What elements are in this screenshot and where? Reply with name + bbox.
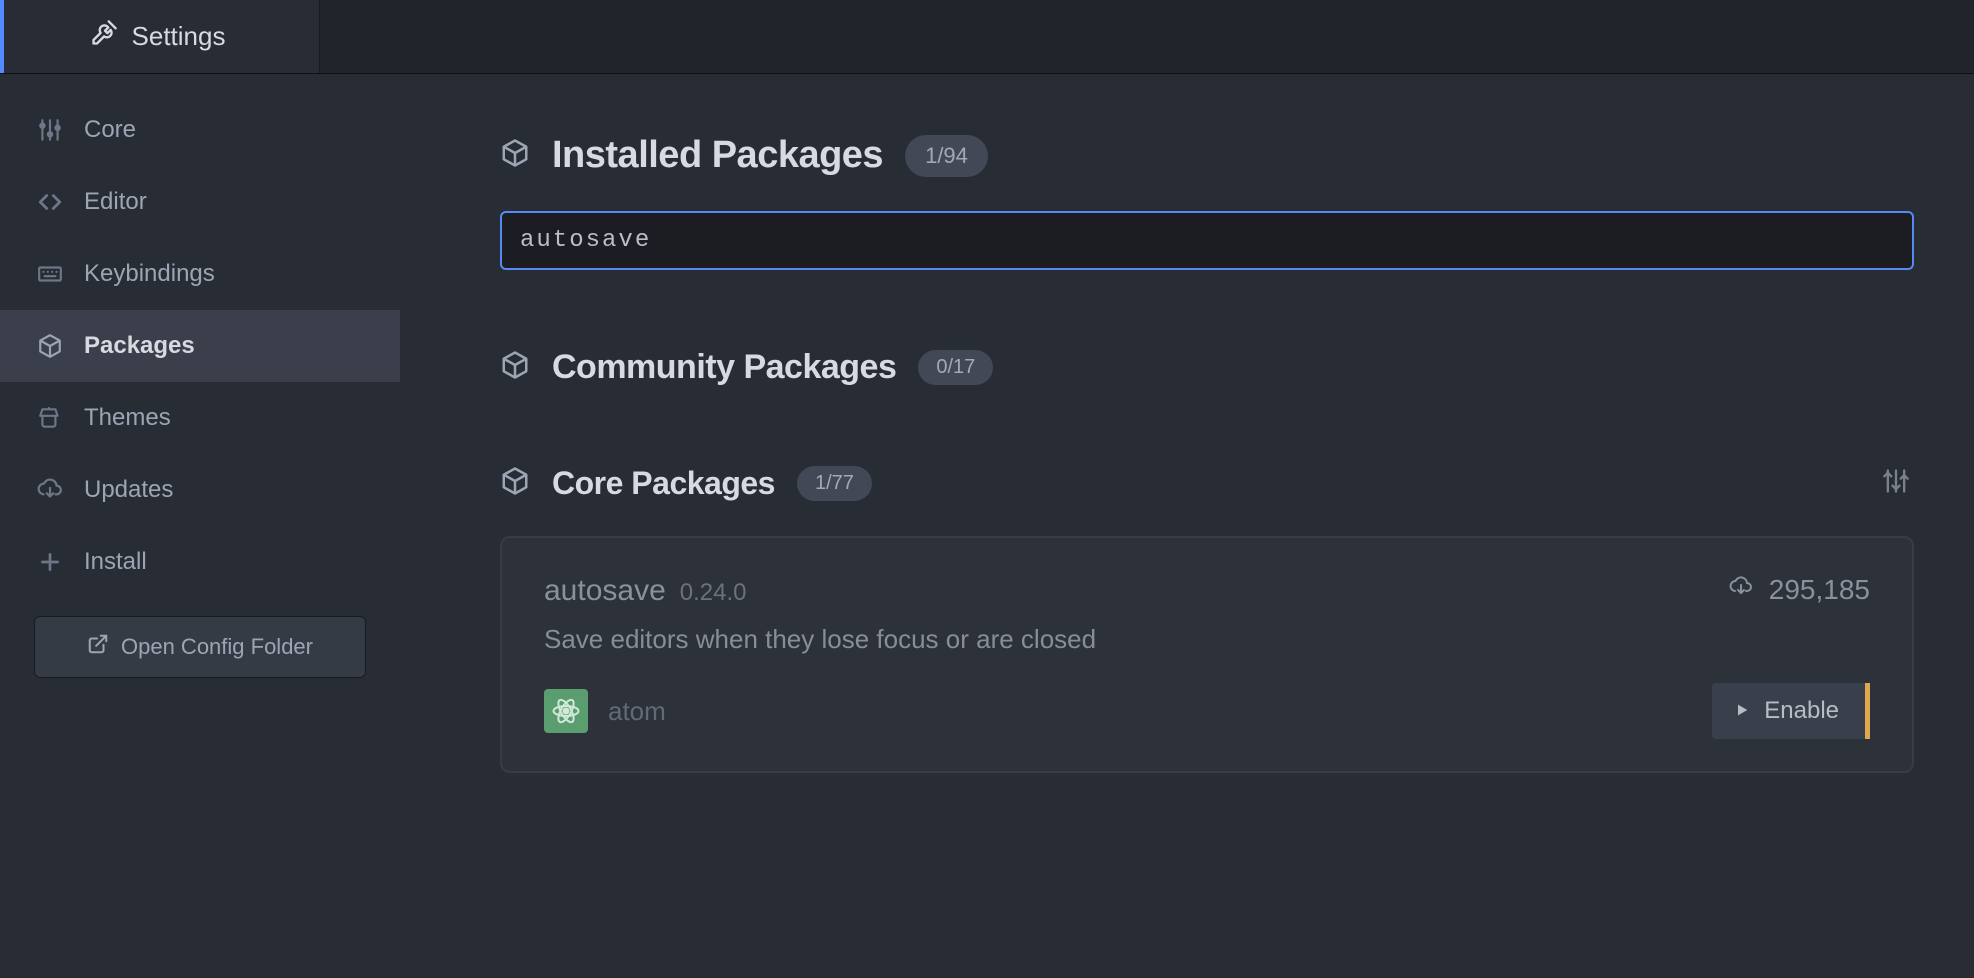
sidebar-item-label: Themes xyxy=(84,404,171,432)
installed-count-badge: 1/94 xyxy=(905,135,988,177)
package-version: 0.24.0 xyxy=(680,579,747,607)
core-count-badge: 1/77 xyxy=(797,466,872,501)
code-icon xyxy=(36,188,64,216)
sliders-icon xyxy=(36,116,64,144)
package-card-autosave[interactable]: autosave 0.24.0 295,185 Save editors whe… xyxy=(500,536,1914,773)
play-icon xyxy=(1734,697,1750,725)
installed-packages-heading: Installed Packages 1/94 xyxy=(500,134,1944,177)
sidebar-item-install[interactable]: Install xyxy=(0,526,400,598)
sidebar-item-label: Install xyxy=(84,548,147,576)
package-icon xyxy=(36,332,64,360)
sidebar-item-keybindings[interactable]: Keybindings xyxy=(0,238,400,310)
tabbar: Settings xyxy=(0,0,1974,74)
core-title: Core Packages xyxy=(552,465,775,502)
sidebar-item-core[interactable]: Core xyxy=(0,94,400,166)
package-icon xyxy=(500,466,530,501)
author-name: atom xyxy=(608,696,666,727)
core-settings-icon[interactable] xyxy=(1882,467,1944,500)
core-packages-heading: Core Packages 1/77 xyxy=(500,465,1944,502)
sidebar-item-label: Updates xyxy=(84,476,173,504)
package-icon xyxy=(500,138,530,173)
tab-title: Settings xyxy=(132,21,226,52)
main-panel: Installed Packages 1/94 Community Packag… xyxy=(400,74,1974,978)
sidebar-item-label: Core xyxy=(84,116,136,144)
enable-label: Enable xyxy=(1764,697,1839,725)
package-icon xyxy=(500,350,530,385)
tab-settings[interactable]: Settings xyxy=(0,0,320,73)
settings-sidebar: Core Editor Keybindings Packages xyxy=(0,74,400,978)
tools-icon xyxy=(90,19,118,54)
package-filter-input[interactable] xyxy=(500,211,1914,270)
paintbucket-icon xyxy=(36,404,64,432)
download-number: 295,185 xyxy=(1769,574,1870,606)
plus-icon xyxy=(36,548,64,576)
open-config-folder-button[interactable]: Open Config Folder xyxy=(34,616,366,678)
package-name: autosave xyxy=(544,574,666,608)
sidebar-item-editor[interactable]: Editor xyxy=(0,166,400,238)
package-author[interactable]: atom xyxy=(544,689,666,733)
sidebar-item-label: Editor xyxy=(84,188,147,216)
sidebar-item-label: Keybindings xyxy=(84,260,215,288)
sidebar-item-themes[interactable]: Themes xyxy=(0,382,400,454)
external-link-icon xyxy=(87,633,109,661)
enable-button[interactable]: Enable xyxy=(1712,683,1870,739)
community-packages-heading: Community Packages 0/17 xyxy=(500,348,1944,387)
keyboard-icon xyxy=(36,260,64,288)
open-config-label: Open Config Folder xyxy=(121,634,313,660)
atom-logo-icon xyxy=(544,689,588,733)
cloud-download-icon xyxy=(1727,574,1755,606)
community-count-badge: 0/17 xyxy=(918,350,993,385)
sidebar-item-packages[interactable]: Packages xyxy=(0,310,400,382)
community-title: Community Packages xyxy=(552,348,896,387)
sidebar-item-updates[interactable]: Updates xyxy=(0,454,400,526)
sidebar-item-label: Packages xyxy=(84,332,195,360)
package-description: Save editors when they lose focus or are… xyxy=(544,624,1870,655)
cloud-download-icon xyxy=(36,476,64,504)
installed-title: Installed Packages xyxy=(552,134,883,177)
package-download-count: 295,185 xyxy=(1727,574,1870,606)
